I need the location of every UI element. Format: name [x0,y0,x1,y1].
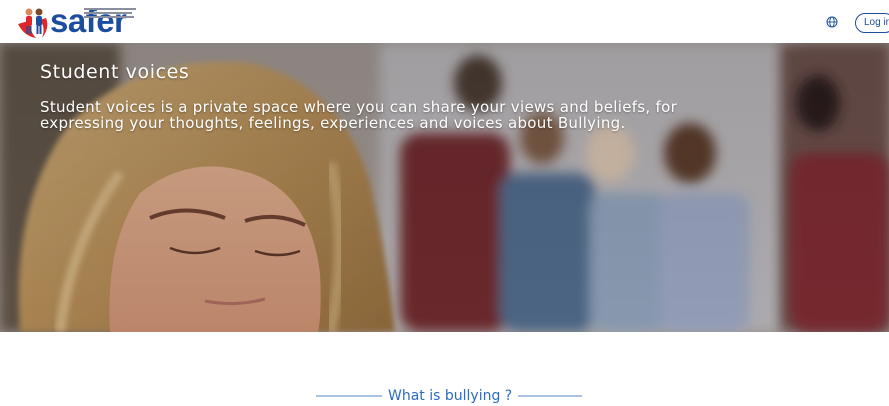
heading-rule-left [316,395,382,397]
logo-tagline [84,8,136,18]
section-heading-text: What is bullying ? [388,388,513,404]
hero-banner: Student voices Student voices is a priva… [0,43,889,332]
section-heading: What is bullying ? [316,386,602,406]
page-title: Student voices [40,61,190,83]
logo-figures-icon [18,8,48,38]
site-header: safer Log in [0,0,889,43]
logo-text: safer [50,2,127,39]
heading-rule-right [518,395,583,397]
login-button[interactable]: Log in [855,13,889,33]
globe-icon[interactable] [826,16,838,28]
hero-background-image [0,43,889,332]
bullying-section: What is bullying ? [0,332,889,404]
site-logo[interactable]: safer [6,2,136,42]
hero-description: Student voices is a private space where … [40,98,678,132]
